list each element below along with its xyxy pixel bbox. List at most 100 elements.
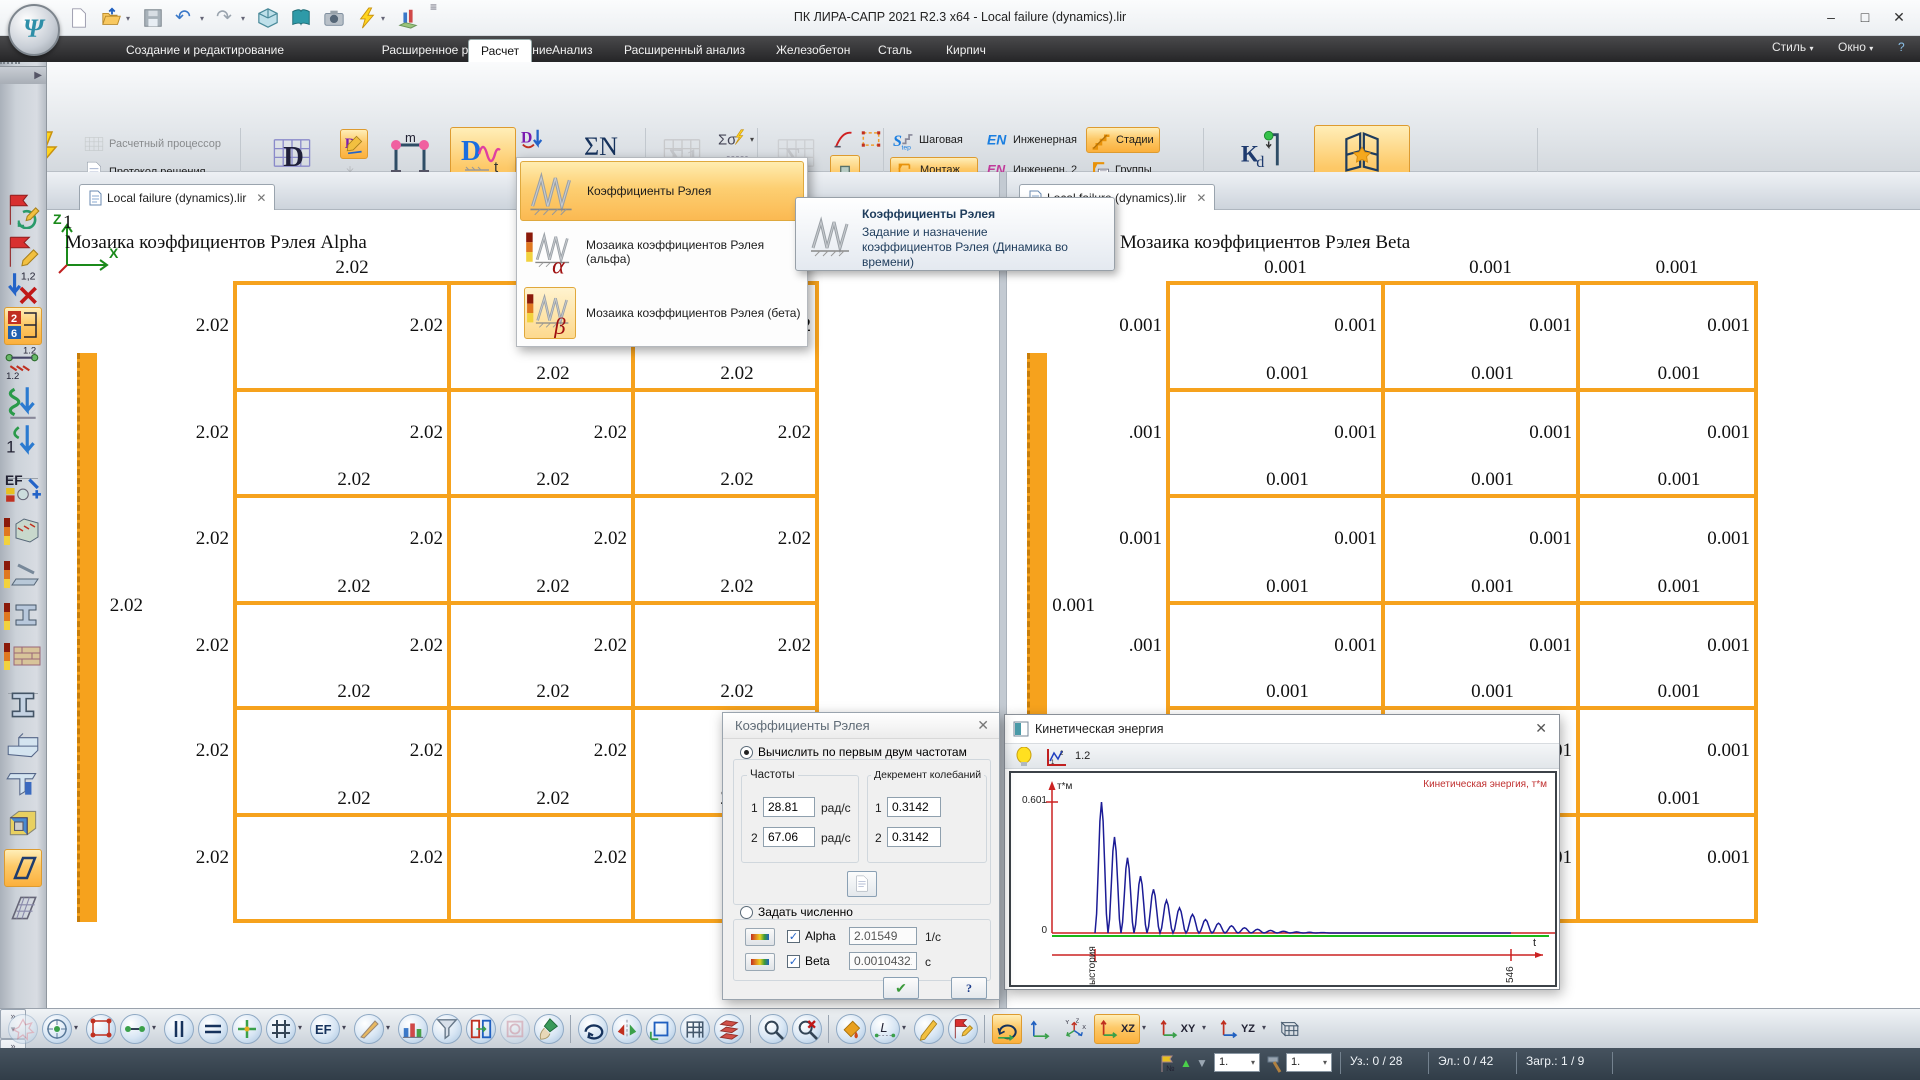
alpha-checkbox[interactable]: ✓Alpha [787,929,836,943]
stages-button[interactable]: Стадии [1086,127,1160,153]
dropdown-caret-icon[interactable]: ▾ [298,1023,302,1032]
fragment-lock-icon[interactable] [500,1014,530,1044]
step-analysis-button[interactable]: StepШаговая [890,127,978,153]
frequency-2-input[interactable] [763,827,815,847]
view-xy-button[interactable]: XY [1154,1014,1200,1044]
numbering-icon[interactable]: № [1158,1054,1176,1074]
select-node-icon[interactable] [42,1014,72,1044]
load-values-icon[interactable]: 1.21.2 [4,345,42,383]
run-lightning-icon[interactable] [356,7,378,29]
select-line-icon[interactable] [120,1014,150,1044]
radio-calc-by-frequencies[interactable]: Вычислить по первым двум частотам [737,745,970,759]
view-xz-button[interactable]: XZ [1094,1014,1140,1044]
view-yz-button[interactable]: YZ [1214,1014,1260,1044]
ribbon-tab-3[interactable]: Расчет [468,39,532,62]
plate-element-icon[interactable] [4,849,42,887]
close-button[interactable]: ✕ [1882,4,1916,30]
beam-element[interactable] [1166,706,1758,710]
wall-element[interactable] [77,353,97,922]
alpha-value-input[interactable] [849,927,917,945]
diagram-icon[interactable] [397,7,419,29]
nonlinear-curve-button[interactable] [830,125,856,153]
menu-item-rayleigh-mosaic-alpha[interactable]: α Мозаика коэффициентов Рэлея (альфа) [520,222,804,282]
building-floors-icon[interactable] [714,1014,744,1044]
ribbon-tab-6[interactable]: Железобетон [764,39,862,62]
window-menu[interactable]: Окно ▾ [1838,40,1873,54]
frequency-1-input[interactable] [763,797,815,817]
beam-element[interactable] [233,494,819,498]
pencil-icon[interactable] [914,1014,944,1044]
ribbon-tab-4[interactable]: Анализ [540,39,605,62]
ribbon-tab-7[interactable]: Сталь [866,39,924,62]
building-frame-icon[interactable] [680,1014,710,1044]
dropdown-caret-icon[interactable]: ▾ [1142,1023,1146,1032]
dimension-l-icon[interactable]: L [870,1014,900,1044]
bulb-icon[interactable] [1015,747,1033,767]
beta-checkbox[interactable]: ✓Beta [787,954,830,968]
undo-icon[interactable]: ↶ [175,7,197,29]
ribbon-tab-1[interactable]: Создание и редактирование [80,39,330,62]
decrement-2-input[interactable] [887,827,941,847]
orbit-rotate-icon[interactable] [992,1014,1022,1044]
filter-icon[interactable] [432,1014,462,1044]
radio-set-numerically[interactable]: Задать численно [737,905,856,919]
menu-item-rayleigh-mosaic-beta[interactable]: β Мозаика коэффициентов Рэлея (бета) [520,283,804,343]
flag-refresh-icon[interactable] [4,191,42,229]
fragment-select-button[interactable] [858,125,884,153]
book-icon[interactable] [290,7,312,29]
more-icon[interactable]: ≡ [430,7,444,29]
tab-close-icon[interactable]: ✕ [1196,191,1206,205]
energy-close-icon[interactable]: ✕ [1535,720,1547,737]
dropdown-caret-icon[interactable]: ▾ [74,1023,78,1032]
swap-view-icon[interactable] [466,1014,496,1044]
select-frame-icon[interactable] [86,1014,116,1044]
dropdown-caret-icon[interactable]: ▾ [381,14,385,23]
rotate-model-icon[interactable] [578,1014,608,1044]
help-icon[interactable]: ? [1898,40,1905,54]
beam-element[interactable] [233,601,819,605]
box-section-icon[interactable] [4,803,42,841]
dropdown-caret-icon[interactable]: ▾ [902,1023,906,1032]
document-tab-left[interactable]: Local failure (dynamics).lir ✕ [79,184,275,210]
fragment-box-icon[interactable] [646,1014,676,1044]
beam-element[interactable] [1166,494,1758,498]
dropdown-caret-icon[interactable]: ▾ [1202,1023,1206,1032]
polygon-select-icon[interactable] [8,1014,38,1044]
select-horizontal-icon[interactable] [198,1014,228,1044]
tab-close-icon[interactable]: ✕ [256,191,266,205]
maximize-button[interactable]: □ [1848,4,1882,30]
sigma-stress-button[interactable]: Σσ▾ [716,125,756,151]
brush-icon[interactable] [534,1014,564,1044]
ef-add-icon[interactable]: EF [4,469,42,507]
beam-element[interactable] [1166,281,1758,285]
perspective-icon[interactable] [1274,1014,1304,1044]
select-axis-icon[interactable] [232,1014,262,1044]
axes-icon[interactable] [1026,1014,1056,1044]
unload-12-icon[interactable]: 1,2 [4,269,42,307]
redo-icon[interactable]: ↷ [216,7,238,29]
filter-down-icon[interactable]: ▼ [1196,1056,1208,1070]
apply-button[interactable]: ✔ [883,977,919,999]
ribbon-tab-5[interactable]: Расширенный анализ [612,39,757,62]
diagram-3d-icon[interactable] [398,1014,428,1044]
alpha-scale-button[interactable] [745,928,775,946]
chart-icon[interactable]: 21 [1045,747,1067,767]
mesh-plate-icon[interactable] [4,889,42,927]
menu-item-rayleigh-coefficients[interactable]: Коэффициенты Рэлея [520,161,804,221]
app-logo-icon[interactable]: Ψ [8,4,60,56]
element-scale-combo[interactable]: 1.▾ [1286,1053,1332,1072]
ibeam-mosaic-icon[interactable] [4,596,42,634]
t-section-icon[interactable] [4,763,42,801]
dropdown-caret-icon[interactable]: ▾ [200,14,204,23]
dialog-close-icon[interactable]: ✕ [977,717,989,734]
dropdown-caret-icon[interactable]: ▾ [241,14,245,23]
edit-dynamics-button[interactable]: D [340,129,368,159]
sidebar-collapse-button[interactable]: ▶ [0,66,46,84]
select-angle-icon[interactable] [354,1014,384,1044]
zoom-in-icon[interactable] [758,1014,788,1044]
flag-mark-icon[interactable] [948,1014,978,1044]
save-file-icon[interactable] [142,7,164,29]
panel-2-6-icon[interactable]: 26 [4,307,42,345]
filter-up-icon[interactable]: ▲ [1180,1056,1192,1070]
minimize-button[interactable]: – [1814,4,1848,30]
